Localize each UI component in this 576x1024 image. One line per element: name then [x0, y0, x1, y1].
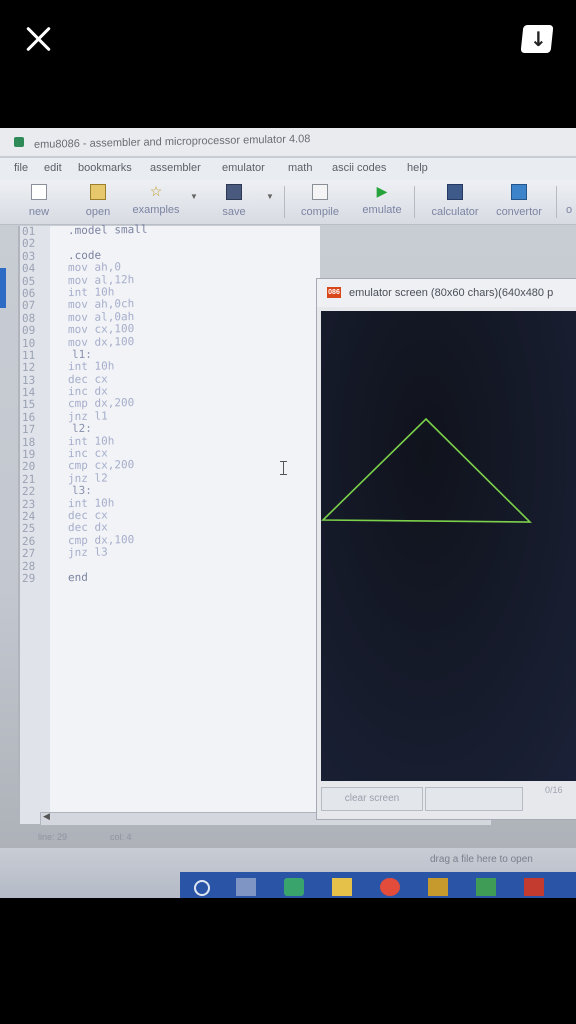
menu-bar: file edit bookmarks assembler emulator m… [0, 158, 576, 180]
scroll-left-icon[interactable]: ◀ [43, 811, 50, 822]
convertor-label: convertor [496, 206, 542, 218]
open-button[interactable]: open [80, 180, 116, 222]
menu-file[interactable]: file [14, 162, 28, 174]
calculator-label: calculator [431, 206, 479, 218]
emulator-screen-window[interactable]: 086 emulator screen (80x60 chars)(640x48… [316, 278, 576, 820]
menu-edit[interactable]: edit [44, 162, 62, 174]
toolbar: new open ☆ examples ▼ save ▼ compile ▶ e… [0, 180, 576, 225]
line-number: 27 [22, 546, 36, 561]
compile-label: compile [301, 206, 339, 218]
drag-hint: drag a file here to open [430, 854, 533, 865]
clear-screen-button[interactable]: clear screen [321, 787, 423, 811]
open-label: open [85, 206, 111, 218]
code-text: end [68, 570, 88, 585]
save-dropdown-icon[interactable]: ▼ [266, 192, 274, 201]
emulate-label: emulate [362, 204, 402, 216]
app-icon[interactable] [476, 878, 496, 896]
examples-dropdown-icon[interactable]: ▼ [190, 192, 198, 201]
menu-math[interactable]: math [288, 162, 312, 174]
down-arrow-icon: ↓ [530, 27, 547, 51]
examples-label: examples [132, 204, 180, 216]
menu-assembler[interactable]: assembler [150, 162, 201, 174]
drawn-triangle [321, 417, 532, 523]
line-number: 09 [22, 323, 36, 338]
emulator-blank-button[interactable] [425, 787, 523, 811]
background-window-fragment [0, 268, 6, 308]
save-label: save [222, 206, 246, 218]
menu-emulator[interactable]: emulator [222, 162, 265, 174]
convertor-icon [511, 184, 527, 200]
emulator-title: emulator screen (80x60 chars)(640x480 p [349, 287, 554, 299]
taskbar: drag a file here to open [0, 848, 576, 898]
display-canvas [321, 417, 532, 523]
emulator-display [321, 311, 576, 781]
emulate-button[interactable]: ▶ emulate [356, 180, 408, 222]
compile-button[interactable]: compile [294, 180, 346, 222]
download-card-icon[interactable]: ↓ [520, 23, 554, 55]
floppy-disk-icon [226, 184, 242, 200]
close-icon[interactable] [22, 22, 56, 56]
calculator-button[interactable]: calculator [424, 180, 486, 222]
convertor-button[interactable]: convertor [488, 180, 550, 222]
code-area[interactable]: 01 .model small 02 03 .code 04 mov ah,0 05 mov a… [20, 221, 320, 586]
emulator-window-icon: 086 [327, 287, 341, 298]
col-indicator: col: 4 [110, 832, 132, 842]
cortana-icon[interactable] [194, 880, 210, 896]
monitor-photo: emu8086 - assembler and microprocessor e… [0, 128, 576, 898]
toolbar-separator [284, 186, 285, 218]
taskbar-apps [180, 872, 576, 898]
menu-ascii-codes[interactable]: ascii codes [332, 162, 386, 174]
play-icon: ▶ [376, 183, 388, 199]
store-icon[interactable] [284, 878, 304, 896]
code-text: jnz l3 [68, 545, 108, 560]
examples-button[interactable]: ☆ examples [128, 180, 184, 222]
line-number: 04 [22, 261, 36, 276]
line-number: 22 [22, 484, 36, 499]
emulator-counter: 0/16 [545, 785, 563, 795]
line-number: 29 [22, 571, 36, 585]
emulator-titlebar: 086 emulator screen (80x60 chars)(640x48… [317, 279, 576, 307]
source-editor[interactable]: 01 .model small 02 03 .code 04 mov ah,0 05 mov a… [18, 223, 320, 824]
app-icon[interactable] [428, 878, 448, 896]
line-indicator: line: 29 [38, 832, 68, 842]
toolbar-separator [414, 186, 415, 218]
overflow-button[interactable]: o [562, 180, 576, 222]
line-number: 17 [22, 422, 36, 437]
folder-open-icon [90, 184, 106, 200]
new-label: new [28, 206, 50, 218]
calculator-icon [447, 184, 463, 200]
new-file-icon [31, 184, 47, 200]
save-button[interactable]: save [214, 180, 254, 222]
toolbar-separator [556, 186, 557, 218]
new-button[interactable]: new [22, 180, 56, 222]
task-view-icon[interactable] [236, 878, 256, 896]
chrome-icon[interactable] [380, 878, 400, 896]
compile-icon [312, 184, 328, 200]
app-titlebar: emu8086 - assembler and microprocessor e… [0, 128, 576, 156]
status-bar: line: 29 col: 4 [18, 828, 418, 846]
overflow-label: o [565, 204, 573, 216]
app-icon[interactable] [524, 878, 544, 896]
menu-help[interactable]: help [407, 162, 428, 174]
star-icon: ☆ [149, 183, 163, 199]
file-explorer-icon[interactable] [332, 878, 352, 896]
window-title: emu8086 - assembler and microprocessor e… [34, 133, 311, 151]
menu-bookmarks[interactable]: bookmarks [78, 162, 132, 174]
emu8086-icon [14, 137, 24, 147]
